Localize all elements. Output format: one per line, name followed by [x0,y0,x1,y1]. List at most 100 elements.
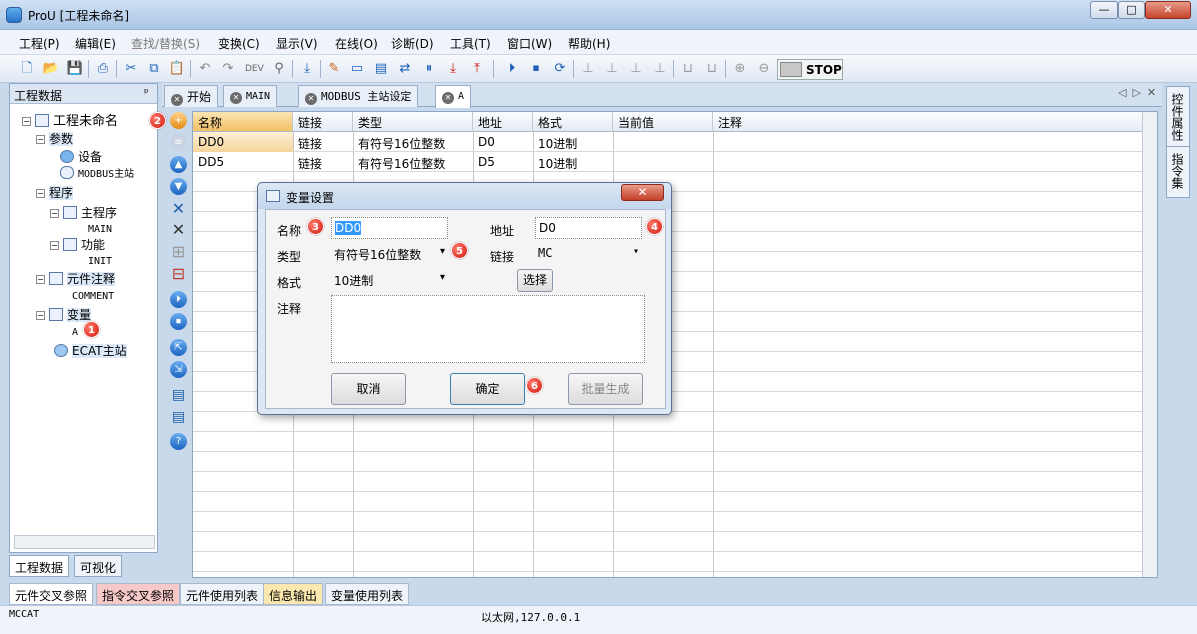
tab-control-properties[interactable]: 控件属性 [1166,86,1190,152]
comment-field[interactable] [331,295,645,363]
header-type[interactable]: 类型 [353,112,473,132]
menu-view[interactable]: 显示(V) [276,35,318,52]
list-icon[interactable]: ≡ [170,134,187,151]
tree-params[interactable]: − 参数 [36,130,74,148]
vertical-scrollbar[interactable] [1142,112,1157,577]
cancel-button[interactable]: 取消 [331,373,406,405]
batch-generate-button[interactable]: 批量生成 [568,373,643,405]
monitor-icon[interactable]: ▭ [348,60,366,78]
link-select[interactable]: MC [535,243,642,265]
address-field[interactable]: D0 [535,217,642,239]
move-up-icon[interactable]: ▲ [170,156,187,173]
tab-variable-a[interactable]: ✕ A [435,85,472,108]
table-icon[interactable]: ▤ [372,60,390,78]
tab-project-data[interactable]: 工程数据 [9,555,70,577]
print-icon[interactable]: ⎙ [94,60,112,78]
paste-icon[interactable]: 📋 [168,60,186,78]
tree-init[interactable]: INIT [88,253,112,271]
help-icon[interactable]: ? [170,433,187,450]
stop-icon[interactable]: ⏹ [527,60,545,78]
tree-main-program[interactable]: − 主程序 [50,204,117,222]
move-down-icon[interactable]: ▼ [170,178,187,195]
menu-convert[interactable]: 变换(C) [218,35,260,52]
compile-icon[interactable]: ✎ [325,60,343,78]
redo-icon[interactable]: ↷ [219,60,237,78]
ladder-1-icon[interactable]: ⊥ [579,60,597,78]
menu-edit[interactable]: 编辑(E) [75,35,116,52]
reset-icon[interactable]: ⟳ [551,60,569,78]
copy-icon[interactable]: ⧉ [145,60,163,78]
coil-icon[interactable]: ⊔ [703,60,721,78]
tab-instruction-set[interactable]: 指令集 [1166,146,1190,198]
tab-navigation[interactable]: ◁▷✕ [1118,86,1162,99]
undo-icon[interactable]: ↶ [196,60,214,78]
tab-variable-usage[interactable]: 变量使用列表 [325,583,410,605]
stop-monitor-icon[interactable]: ⏹ [170,313,187,330]
tab-instruction-crossref[interactable]: 指令交叉参照 [96,583,181,605]
contact-icon[interactable]: ⊔ [679,60,697,78]
ladder-2-icon[interactable]: ⊥ [603,60,621,78]
write-plc-icon[interactable]: ⤓ [444,60,462,78]
table-row[interactable]: DD5 链接 有符号16位整数 D5 10进制 [193,152,1143,172]
tab-start[interactable]: ✕ 开始 [164,85,219,107]
tab-info-output[interactable]: 信息输出 [263,583,324,605]
delete-icon[interactable]: ✕ [170,200,187,217]
tab-visualization[interactable]: 可视化 [74,555,123,577]
tree-var-a[interactable]: A [72,324,78,342]
tree-variable[interactable]: − 变量 [36,306,92,324]
tree-device[interactable]: 设备 [60,148,102,166]
ladder-4-icon[interactable]: ⊥ [651,60,669,78]
horizontal-scrollbar[interactable] [14,535,155,549]
table-row[interactable]: DD0 链接 有符号16位整数 D0 10进制 [193,132,1143,152]
run-icon[interactable]: ⏵ [503,60,521,78]
ladder-3-icon[interactable]: ⊥ [627,60,645,78]
variable-tool-icon[interactable]: ⚲ [270,60,288,78]
menu-window[interactable]: 窗口(W) [507,35,552,52]
tab-main[interactable]: ✕ MAIN [223,85,278,107]
tree-program[interactable]: − 程序 [36,184,74,202]
maximize-button[interactable]: □ [1118,1,1145,19]
tree-comment[interactable]: COMMENT [72,288,114,306]
convert-icon[interactable]: ⇄ [396,60,414,78]
header-comment[interactable]: 注释 [713,112,1143,132]
note-icon[interactable]: ▤ [170,387,187,404]
device-icon[interactable]: DEV [245,60,264,78]
select-button[interactable]: 选择 [517,269,553,292]
close-tab-icon[interactable]: ✕ [442,92,454,104]
insert-row-icon[interactable]: ⊞ [170,243,187,260]
zoom-out-icon[interactable]: ⊖ [755,60,773,78]
add-variable-icon[interactable]: + [170,112,187,129]
name-field[interactable]: DD0 [331,217,448,239]
pin-icon[interactable]: ᵖ [144,86,149,99]
save-icon[interactable]: 💾 [66,60,84,78]
import-icon[interactable]: ⇲ [170,361,187,378]
tree-ecat-master[interactable]: ECAT主站 [54,342,127,360]
zoom-in-icon[interactable]: ⊕ [731,60,749,78]
start-monitor-icon[interactable]: ⏵ [170,291,187,308]
close-tab-icon[interactable]: ✕ [171,94,183,106]
dialog-close-button[interactable]: ✕ [621,184,664,201]
cut-icon[interactable]: ✂ [122,60,140,78]
tree-root[interactable]: − 工程未命名 [22,110,118,129]
menu-find-replace[interactable]: 查找/替换(S) [131,35,200,52]
split-icon[interactable]: ⊟ [170,265,187,282]
read-plc-icon[interactable]: ⤒ [468,60,486,78]
close-button[interactable]: ✕ [1145,1,1191,19]
ok-button[interactable]: 确定 [450,373,525,405]
menu-help[interactable]: 帮助(H) [568,35,610,52]
header-name[interactable]: 名称 [193,112,293,132]
header-link[interactable]: 链接 [293,112,353,132]
pause-icon[interactable]: ⏸ [420,60,438,78]
tree-modbus-master[interactable]: MODBUS主站 [60,165,134,183]
header-address[interactable]: 地址 [473,112,533,132]
minimize-button[interactable]: — [1090,1,1118,19]
menu-project[interactable]: 工程(P) [19,35,60,52]
note-a-icon[interactable]: ▤ [170,409,187,426]
menu-tools[interactable]: 工具(T) [450,35,491,52]
tree-function[interactable]: − 功能 [50,236,105,254]
open-folder-icon[interactable]: 📂 [42,60,60,78]
header-format[interactable]: 格式 [533,112,613,132]
tab-element-usage[interactable]: 元件使用列表 [180,583,265,605]
tab-modbus[interactable]: ✕ MODBUS 主站设定 [298,85,419,107]
export-icon[interactable]: ⇱ [170,339,187,356]
